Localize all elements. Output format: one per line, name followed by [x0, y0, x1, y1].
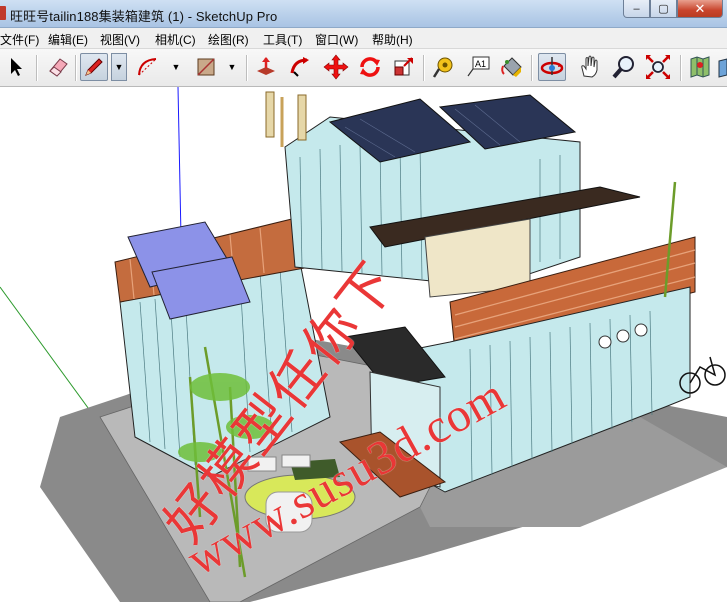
- sketchup-app-icon: [0, 6, 6, 20]
- push-pull-icon[interactable]: [252, 53, 280, 81]
- toolbar-separator: [246, 55, 248, 81]
- toolbar-separator: [36, 55, 38, 81]
- close-button[interactable]: ✕: [677, 0, 723, 18]
- menu-bar: 文件(F) 编辑(E) 视图(V) 相机(C) 绘图(R) 工具(T) 窗口(W…: [0, 28, 727, 49]
- window-title: 旺旺号tailin188集装箱建筑 (1) - SketchUp Pro: [10, 9, 278, 24]
- follow-me-icon[interactable]: [286, 53, 314, 81]
- line-tool-dropdown[interactable]: ▼: [111, 53, 127, 81]
- menu-draw[interactable]: 绘图(R): [208, 31, 249, 48]
- select-arrow-icon[interactable]: [2, 53, 30, 81]
- pan-icon[interactable]: [576, 53, 604, 81]
- title-bar: 旺旺号tailin188集装箱建筑 (1) - SketchUp Pro – ▢…: [0, 0, 727, 28]
- toolbar-overflow-icon[interactable]: [716, 53, 727, 81]
- wind-turbine-blade: [265, 91, 275, 138]
- maximize-button[interactable]: ▢: [650, 0, 677, 18]
- porthole-window: [598, 335, 612, 349]
- shape-tool-dropdown[interactable]: ▼: [224, 53, 240, 81]
- menu-file[interactable]: 文件(F): [0, 31, 39, 48]
- menu-help[interactable]: 帮助(H): [372, 31, 413, 48]
- porthole-window: [634, 323, 648, 337]
- map-location-icon[interactable]: [686, 53, 714, 81]
- window-controls: – ▢ ✕: [623, 0, 723, 20]
- rotate-icon[interactable]: [356, 53, 384, 81]
- eraser-icon[interactable]: [44, 53, 72, 81]
- menu-window[interactable]: 窗口(W): [315, 31, 358, 48]
- zoom-icon[interactable]: [610, 53, 638, 81]
- scale-icon[interactable]: [390, 53, 418, 81]
- menu-tools[interactable]: 工具(T): [263, 31, 302, 48]
- porthole-window: [616, 329, 630, 343]
- toolbar-separator: [531, 55, 533, 81]
- stepping-stone: [281, 454, 311, 468]
- menu-edit[interactable]: 编辑(E): [48, 31, 88, 48]
- paint-bucket-icon[interactable]: [498, 53, 526, 81]
- text-tool-label: A1: [475, 59, 486, 69]
- tape-measure-icon[interactable]: [430, 53, 458, 81]
- arc-icon[interactable]: [134, 53, 162, 81]
- pencil-line-icon[interactable]: [80, 53, 108, 81]
- rectangle-icon[interactable]: [192, 53, 220, 81]
- main-toolbar: ▼ ▼ ▼ A1: [0, 49, 727, 87]
- toolbar-separator: [680, 55, 682, 81]
- model-viewport[interactable]: 好模型任你下 www.susu3d.com: [0, 87, 727, 602]
- menu-camera[interactable]: 相机(C): [155, 31, 196, 48]
- move-icon[interactable]: [322, 53, 350, 81]
- menu-view[interactable]: 视图(V): [100, 31, 140, 48]
- toolbar-separator: [75, 55, 77, 81]
- minimize-button[interactable]: –: [623, 0, 650, 18]
- toolbar-separator: [423, 55, 425, 81]
- orbit-icon[interactable]: [538, 53, 566, 81]
- zoom-extents-icon[interactable]: [644, 53, 672, 81]
- wind-turbine-blade: [297, 94, 307, 141]
- arc-tool-dropdown[interactable]: ▼: [168, 53, 184, 81]
- text-icon[interactable]: A1: [464, 53, 492, 81]
